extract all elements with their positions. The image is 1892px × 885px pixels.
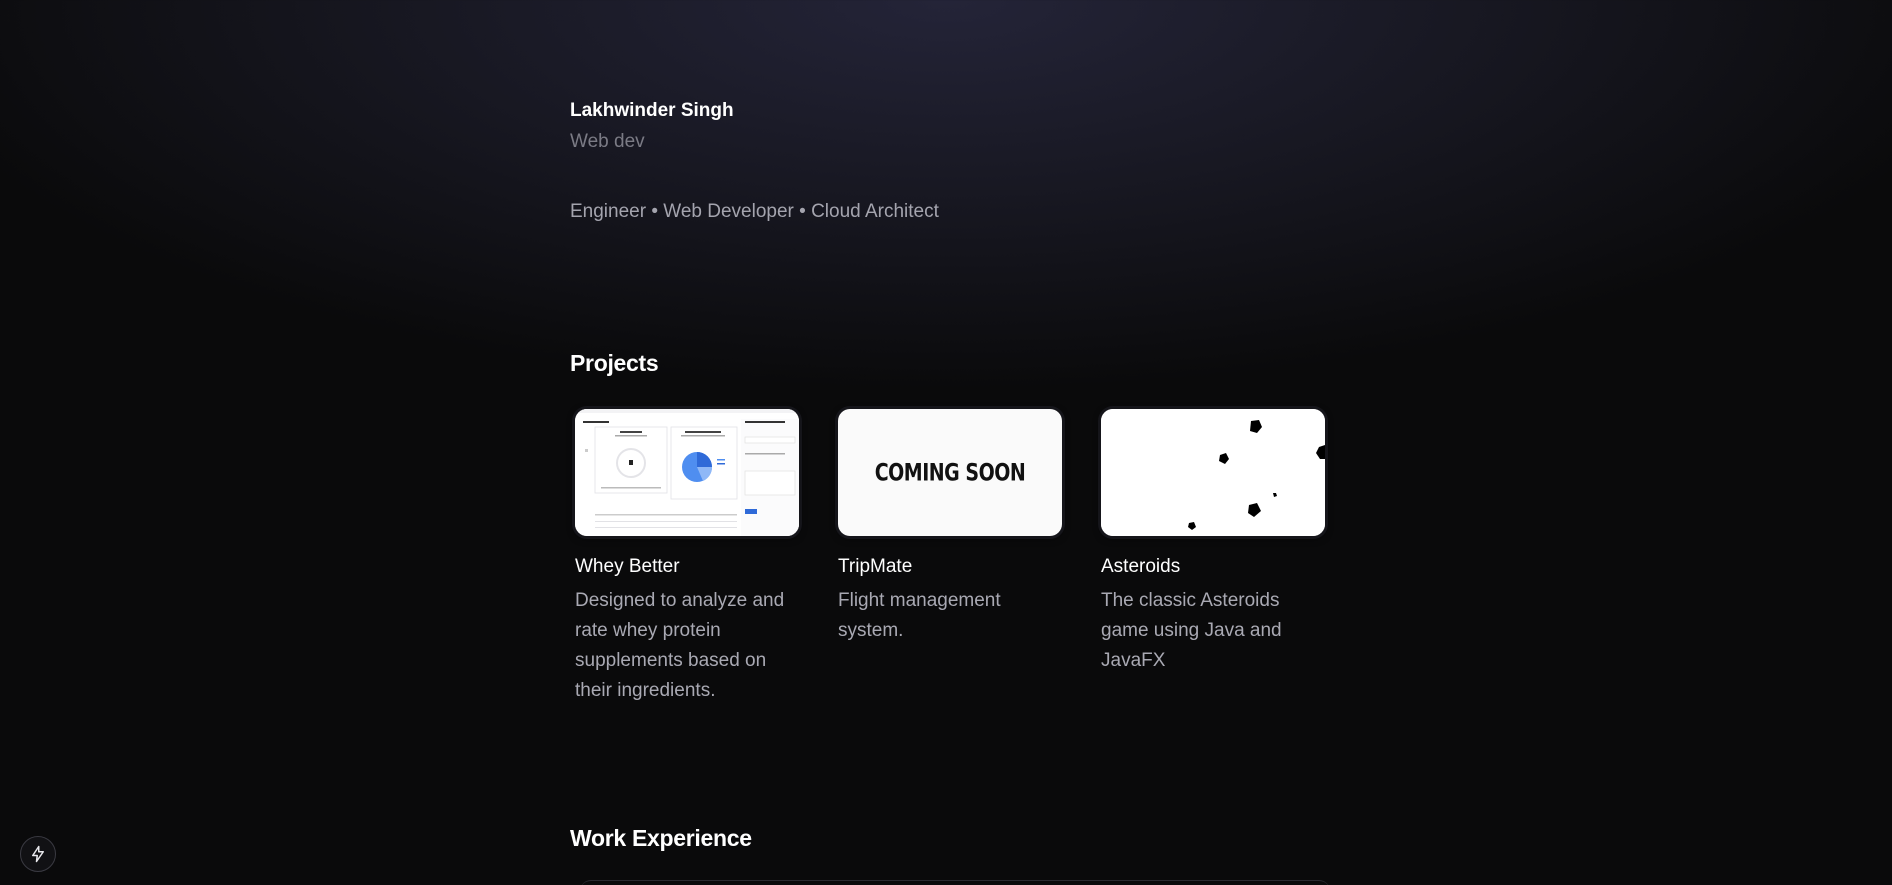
project-title[interactable]: TripMate (838, 556, 1062, 578)
project-thumbnail[interactable]: COMING SOON (838, 409, 1062, 536)
project-card-tripmate[interactable]: COMING SOON TripMate Flight management s… (838, 409, 1062, 646)
projects-grid: Whey Better Designed to analyze and rate… (575, 409, 1335, 709)
project-thumbnail[interactable] (1101, 409, 1325, 536)
project-description: Designed to analyze and rate whey protei… (575, 590, 785, 701)
lightning-bolt-icon (32, 845, 44, 863)
profile-name: Lakhwinder Singh (570, 100, 734, 121)
profile-tagline: Engineer • Web Developer • Cloud Archite… (570, 201, 939, 222)
dashboard-screenshot-image (575, 409, 799, 536)
project-thumbnail[interactable] (575, 409, 799, 536)
work-experience-card (580, 880, 1330, 885)
profile-role: Web dev (570, 131, 645, 152)
project-title[interactable]: Asteroids (1101, 556, 1325, 578)
coming-soon-text: COMING SOON (874, 458, 1026, 487)
asteroids-game-image (1101, 409, 1325, 536)
project-card-asteroids[interactable]: Asteroids The classic Asteroids game usi… (1101, 409, 1325, 676)
work-experience-heading: Work Experience (570, 825, 752, 851)
lightning-bolt-button[interactable] (20, 836, 56, 872)
project-card-whey-better[interactable]: Whey Better Designed to analyze and rate… (575, 409, 799, 706)
projects-heading: Projects (570, 350, 659, 376)
project-title[interactable]: Whey Better (575, 556, 799, 578)
project-description: The classic Asteroids game using Java an… (1101, 590, 1282, 671)
project-description: Flight management system. (838, 590, 1001, 641)
